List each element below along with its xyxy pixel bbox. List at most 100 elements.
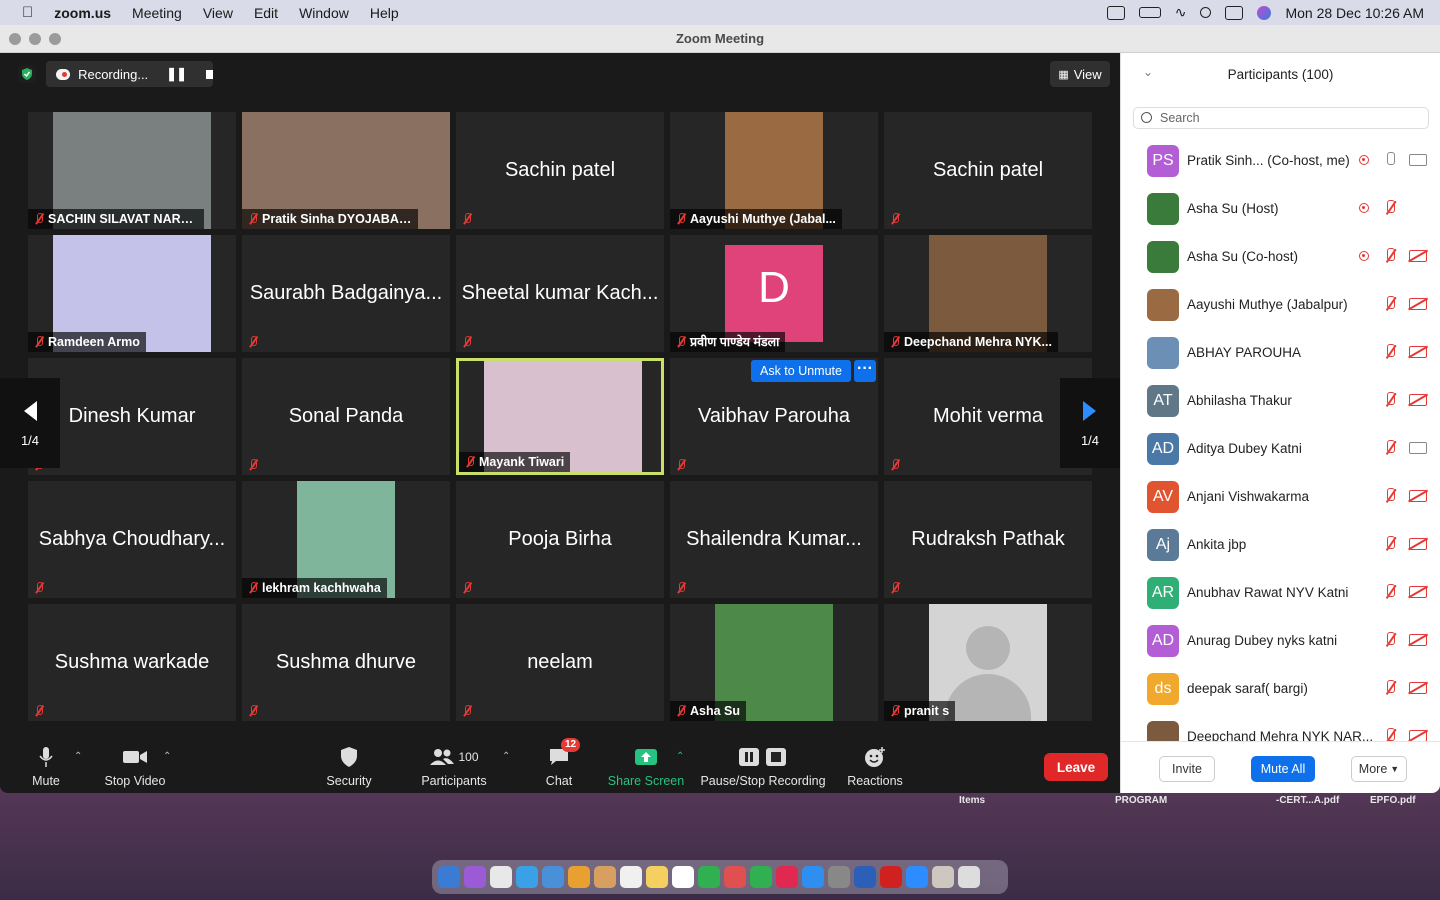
dock-app-icon[interactable] bbox=[932, 866, 954, 888]
audio-options-caret-icon[interactable]: ⌃ bbox=[74, 751, 82, 762]
video-tile[interactable]: SACHIN SILAVAT NARS... bbox=[28, 112, 236, 229]
more-button[interactable]: More ▼ bbox=[1351, 756, 1407, 782]
participants-options-caret-icon[interactable]: ⌃ bbox=[502, 751, 510, 762]
video-tile[interactable]: Mayank Tiwari bbox=[456, 358, 664, 475]
control-center-icon[interactable] bbox=[1225, 5, 1244, 20]
siri-icon[interactable] bbox=[1257, 5, 1272, 20]
dock-app-icon[interactable] bbox=[516, 866, 538, 888]
invite-button[interactable]: Invite bbox=[1159, 756, 1215, 782]
dock-app-icon[interactable] bbox=[776, 866, 798, 888]
app-menu[interactable]: zoom.us bbox=[54, 5, 111, 21]
muted-microphone-icon[interactable] bbox=[1383, 343, 1397, 361]
video-tile[interactable]: Sushma warkade bbox=[28, 604, 236, 721]
participant-row[interactable]: PS Pratik Sinh... (Co-host, me) bbox=[1121, 137, 1440, 185]
dock-app-icon[interactable] bbox=[542, 866, 564, 888]
menu-window[interactable]: Window bbox=[299, 5, 349, 21]
video-tile[interactable]: Saurabh Badgainya... bbox=[242, 235, 450, 352]
dock-app-icon[interactable] bbox=[724, 866, 746, 888]
pause-stop-recording-button[interactable]: Pause/Stop Recording bbox=[700, 741, 826, 793]
previous-page-button[interactable]: 1/4 bbox=[0, 378, 60, 468]
participant-search-input[interactable]: Search bbox=[1133, 107, 1429, 129]
video-tile[interactable]: Ramdeen Armo bbox=[28, 235, 236, 352]
muted-microphone-icon[interactable] bbox=[1383, 727, 1397, 741]
menu-help[interactable]: Help bbox=[370, 5, 399, 21]
video-tile[interactable]: pranit s bbox=[884, 604, 1092, 721]
mute-all-button[interactable]: Mute All bbox=[1251, 756, 1315, 782]
dock-app-icon[interactable] bbox=[906, 866, 928, 888]
stop-video-button[interactable]: Stop Video bbox=[100, 741, 170, 793]
video-tile[interactable]: D प्रवीण पाण्डेय मंडला bbox=[670, 235, 878, 352]
dock-app-icon[interactable] bbox=[880, 866, 902, 888]
participant-list[interactable]: PS Pratik Sinh... (Co-host, me) Asha Su (H… bbox=[1121, 137, 1440, 741]
zoom-status-icon[interactable] bbox=[1106, 5, 1125, 20]
participant-row[interactable]: Deepchand Mehra NYK NAR... bbox=[1121, 713, 1440, 741]
more-options-button[interactable]: ··· bbox=[854, 360, 876, 382]
reactions-button[interactable]: Reactions bbox=[846, 741, 904, 793]
participant-row[interactable]: AD Aditya Dubey Katni bbox=[1121, 425, 1440, 473]
participant-row[interactable]: Asha Su (Host) bbox=[1121, 185, 1440, 233]
dock-app-icon[interactable] bbox=[802, 866, 824, 888]
battery-icon[interactable] bbox=[1138, 7, 1161, 18]
dock-app-icon[interactable] bbox=[958, 866, 980, 888]
muted-microphone-icon[interactable] bbox=[1383, 247, 1397, 265]
video-tile[interactable]: Deepchand Mehra NYK... bbox=[884, 235, 1092, 352]
stop-recording-icon[interactable] bbox=[205, 69, 213, 79]
security-button[interactable]: Security bbox=[318, 741, 380, 793]
participant-row[interactable]: ds deepak saraf( bargi) bbox=[1121, 665, 1440, 713]
participant-row[interactable]: Aj Ankita jbp bbox=[1121, 521, 1440, 569]
dock-app-icon[interactable] bbox=[490, 866, 512, 888]
menubar-clock[interactable]: Mon 28 Dec 10:26 AM bbox=[1285, 5, 1424, 21]
close-window-button[interactable] bbox=[9, 33, 21, 45]
dock-app-icon[interactable] bbox=[438, 866, 460, 888]
muted-microphone-icon[interactable] bbox=[1383, 391, 1397, 409]
participant-row[interactable]: AR Anubhav Rawat NYV Katni bbox=[1121, 569, 1440, 617]
dock-app-icon[interactable] bbox=[568, 866, 590, 888]
video-tile[interactable]: neelam bbox=[456, 604, 664, 721]
participant-row[interactable]: AT Abhilasha Thakur bbox=[1121, 377, 1440, 425]
apple-menu-icon[interactable]:  bbox=[22, 4, 33, 21]
video-tile[interactable]: Sheetal kumar Kach... bbox=[456, 235, 664, 352]
participant-row[interactable]: Aayushi Muthye (Jabalpur) bbox=[1121, 281, 1440, 329]
desktop-file-label[interactable]: EPFO.pdf bbox=[1370, 795, 1416, 806]
next-page-button[interactable]: 1/4 bbox=[1060, 378, 1120, 468]
desktop-file-label[interactable]: Items bbox=[959, 795, 985, 806]
muted-microphone-icon[interactable] bbox=[1383, 439, 1397, 457]
muted-microphone-icon[interactable] bbox=[1383, 295, 1397, 313]
participants-button[interactable]: 100 Participants bbox=[416, 741, 492, 793]
participant-row[interactable]: AV Anjani Vishwakarma bbox=[1121, 473, 1440, 521]
leave-button[interactable]: Leave bbox=[1044, 753, 1108, 781]
minimize-window-button[interactable] bbox=[29, 33, 41, 45]
video-tile[interactable]: Sushma dhurve bbox=[242, 604, 450, 721]
dock-app-icon[interactable] bbox=[854, 866, 876, 888]
muted-microphone-icon[interactable] bbox=[1383, 199, 1397, 217]
wifi-icon[interactable]: ∿ bbox=[1175, 4, 1187, 21]
dock-app-icon[interactable] bbox=[620, 866, 642, 888]
video-tile[interactable]: Sonal Panda bbox=[242, 358, 450, 475]
dock-app-icon[interactable] bbox=[828, 866, 850, 888]
view-button[interactable]: ▦ View bbox=[1050, 61, 1110, 87]
chat-button[interactable]: 12 Chat bbox=[538, 738, 581, 793]
dock-app-icon[interactable] bbox=[672, 866, 694, 888]
share-options-caret-icon[interactable]: ⌃ bbox=[676, 751, 684, 762]
video-tile[interactable]: Pooja Birha bbox=[456, 481, 664, 598]
muted-microphone-icon[interactable] bbox=[1383, 679, 1397, 697]
menu-view[interactable]: View bbox=[203, 5, 233, 21]
ask-to-unmute-button[interactable]: Ask to Unmute bbox=[751, 360, 851, 382]
mute-button[interactable]: Mute bbox=[20, 741, 72, 793]
participant-row[interactable]: AD Anurag Dubey nyks katni bbox=[1121, 617, 1440, 665]
spotlight-search-icon[interactable] bbox=[1200, 7, 1212, 18]
microphone-icon[interactable] bbox=[1383, 151, 1397, 169]
encryption-shield-icon[interactable] bbox=[18, 65, 36, 83]
video-tile[interactable]: Shailendra Kumar... bbox=[670, 481, 878, 598]
desktop-file-label[interactable]: PROGRAM bbox=[1115, 795, 1167, 806]
muted-microphone-icon[interactable] bbox=[1383, 631, 1397, 649]
muted-microphone-icon[interactable] bbox=[1383, 487, 1397, 505]
video-tile[interactable]: lekhram kachhwaha bbox=[242, 481, 450, 598]
pause-recording-icon[interactable]: ❚❚ bbox=[166, 66, 187, 82]
desktop-file-label[interactable]: -CERT...A.pdf bbox=[1276, 795, 1339, 806]
muted-microphone-icon[interactable] bbox=[1383, 535, 1397, 553]
zoom-window-button[interactable] bbox=[49, 33, 61, 45]
video-tile[interactable]: Pratik Sinha DYOJABAL... bbox=[242, 112, 450, 229]
participant-row[interactable]: ABHAY PAROUHA bbox=[1121, 329, 1440, 377]
dock-app-icon[interactable] bbox=[594, 866, 616, 888]
